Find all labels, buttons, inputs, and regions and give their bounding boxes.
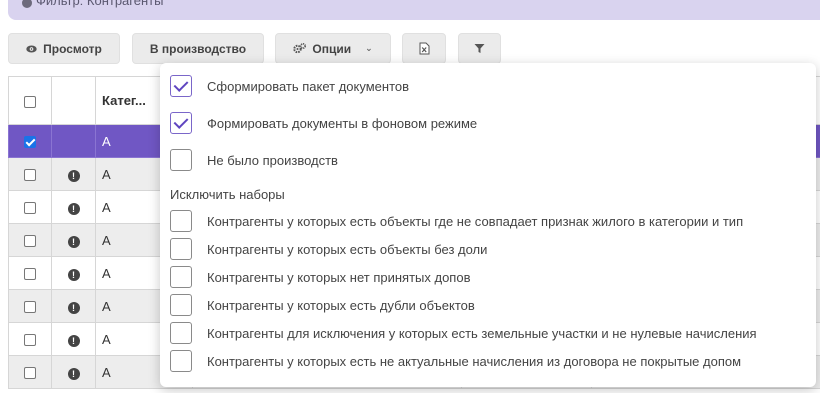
row-checkbox[interactable] [24,268,36,281]
filter-bar-title: Фильтр: Контрагенты [36,0,164,8]
row-checkbox[interactable] [24,202,36,215]
row-status-cell: ! [51,190,96,224]
option-label: Контрагенты у которых есть не актуальные… [207,353,742,369]
filter-dot-icon [22,0,32,8]
filter-bar[interactable]: Фильтр: Контрагенты [8,0,820,20]
page: Фильтр: Контрагенты Просмотр В производс… [0,0,820,393]
warning-icon: ! [67,202,80,215]
option-item[interactable]: Контрагенты у которых есть дубли объекто… [170,294,475,316]
row-checkbox[interactable] [24,334,36,347]
option-item[interactable]: Не было производств [170,149,338,171]
option-item[interactable]: Контрагенты у которых есть не актуальные… [170,350,741,372]
option-checkbox[interactable] [170,112,192,134]
row-checkbox[interactable] [24,301,36,314]
row-checkbox-cell[interactable] [8,289,52,323]
row-checkbox-cell[interactable] [8,124,52,158]
option-checkbox[interactable] [170,75,192,97]
warning-icon: ! [67,301,80,314]
view-button-label: Просмотр [43,41,102,56]
row-checkbox-cell[interactable] [8,355,52,389]
row-checkbox[interactable] [24,235,36,248]
option-checkbox[interactable] [170,350,192,372]
option-label: Не было производств [207,152,338,168]
status-column-header [51,76,96,125]
option-item[interactable]: Контрагенты у которых есть объекты без д… [170,238,487,260]
row-status-cell: ! [51,289,96,323]
row-status-cell: ! [51,223,96,257]
option-checkbox[interactable] [170,149,192,171]
select-all-checkbox[interactable] [24,95,36,108]
option-item[interactable]: Контрагенты у которых есть объекты где н… [170,210,743,232]
option-checkbox[interactable] [170,238,192,260]
warning-icon: ! [67,367,80,380]
row-status-cell: ! [51,322,96,356]
funnel-icon [474,44,485,53]
options-button-label: Опции [312,41,352,56]
view-button[interactable]: Просмотр [8,33,120,64]
warning-icon: ! [67,235,80,248]
row-checkbox-cell[interactable] [8,190,52,224]
export-excel-button[interactable] [402,33,446,64]
option-checkbox[interactable] [170,322,192,344]
row-status-cell: ! [51,355,96,389]
warning-icon: ! [67,169,80,182]
exclude-sets-label: Исключить наборы [170,187,285,202]
option-item[interactable]: Контрагенты для исключения у которых ест… [170,322,757,344]
option-label: Формировать документы в фоновом режиме [207,115,478,131]
option-label: Контрагенты для исключения у которых ест… [207,325,757,341]
row-status-cell: ! [51,157,96,191]
warning-icon: ! [67,334,80,347]
options-button[interactable]: Опции ⌄ [275,33,391,64]
option-label: Контрагенты у которых есть объекты где н… [207,213,744,229]
row-status-cell [51,124,96,158]
option-checkbox[interactable] [170,294,192,316]
option-item[interactable]: Формировать документы в фоновом режиме [170,112,477,134]
to-production-button-label: В производство [149,41,247,56]
row-checkbox-cell[interactable] [8,256,52,290]
option-checkbox[interactable] [170,266,192,288]
option-checkbox[interactable] [170,210,192,232]
option-item[interactable]: Контрагенты у которых нет принятых допов [170,266,470,288]
row-checkbox-cell[interactable] [8,157,52,191]
option-label: Контрагенты у которых есть объекты без д… [207,241,488,257]
filter-button[interactable] [458,33,501,64]
option-label: Контрагенты у которых есть дубли объекто… [207,297,475,313]
eye-icon [26,45,37,52]
excel-file-icon [419,42,429,55]
row-checkbox[interactable] [24,136,36,149]
row-status-cell: ! [51,256,96,290]
warning-icon: ! [67,268,80,281]
options-dropdown: Сформировать пакет документов Формировать… [160,63,816,387]
row-checkbox-cell[interactable] [8,223,52,257]
gears-icon [293,43,307,54]
option-item[interactable]: Сформировать пакет документов [170,75,409,97]
option-label: Сформировать пакет документов [207,78,410,94]
option-label: Контрагенты у которых нет принятых допов [207,269,471,285]
row-checkbox[interactable] [24,367,36,380]
row-checkbox[interactable] [24,169,36,182]
select-all-checkbox-cell[interactable] [8,76,52,125]
chevron-down-icon: ⌄ [365,43,373,53]
to-production-button[interactable]: В производство [132,33,264,64]
row-checkbox-cell[interactable] [8,322,52,356]
